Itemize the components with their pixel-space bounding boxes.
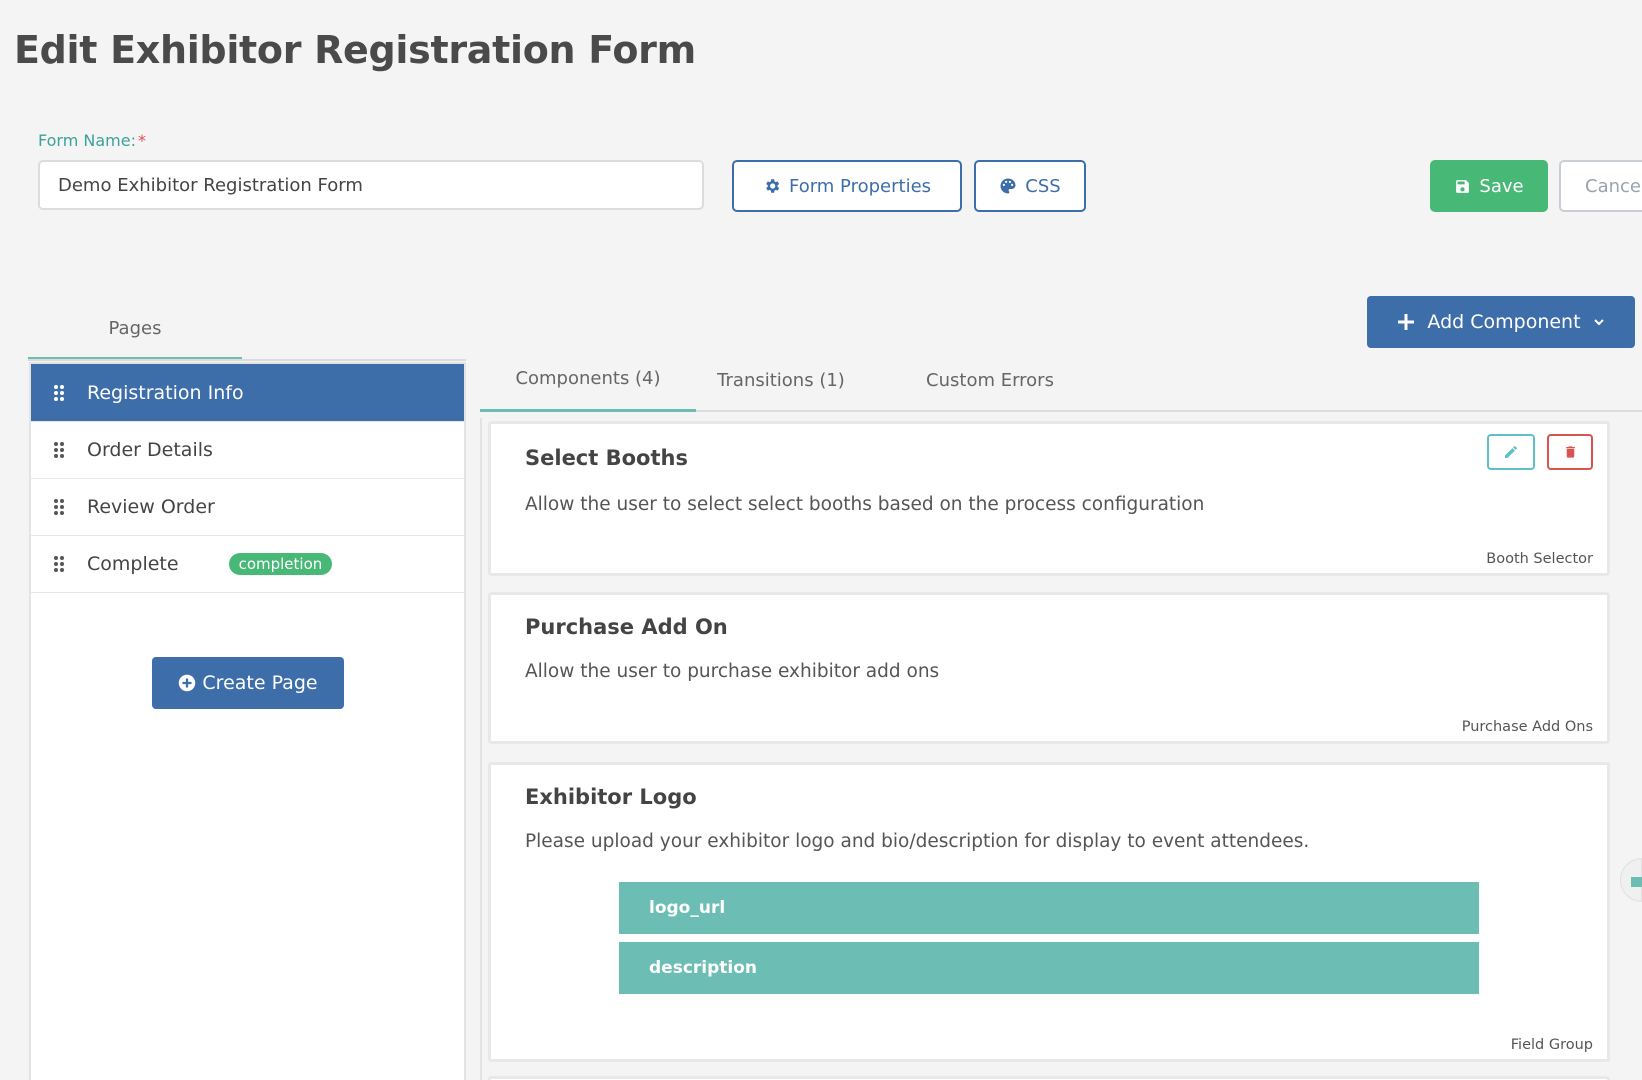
page-item-complete[interactable]: Complete completion	[31, 536, 464, 593]
page-item-label: Registration Info	[87, 381, 244, 404]
css-label: CSS	[1025, 175, 1061, 197]
form-properties-label: Form Properties	[788, 175, 932, 197]
cancel-button[interactable]: Cance	[1559, 160, 1642, 212]
page-item-label: Order Details	[87, 439, 213, 461]
create-page-label: Create Page	[202, 672, 318, 694]
drag-handle-icon[interactable]	[31, 384, 87, 402]
form-name-label-text: Form Name:	[38, 131, 136, 150]
component-description: Allow the user to purchase exhibitor add…	[525, 661, 940, 682]
delete-button[interactable]	[1547, 434, 1593, 470]
add-component-label: Add Component	[1427, 311, 1581, 333]
plus-icon	[1398, 314, 1415, 330]
component-title: Purchase Add On	[525, 615, 728, 639]
drag-handle-icon[interactable]	[31, 441, 87, 459]
floppy-disk-icon	[1456, 179, 1470, 193]
save-label: Save	[1479, 175, 1524, 197]
page-item-label: Complete	[87, 553, 179, 575]
add-component-button[interactable]: Add Component	[1367, 296, 1635, 348]
create-page-button[interactable]: Create Page	[152, 657, 344, 709]
edit-button[interactable]	[1487, 434, 1535, 470]
required-mark: *	[137, 131, 146, 150]
components-list: Select Booths Allow the user to select s…	[480, 418, 1610, 1080]
trash-icon	[1565, 446, 1575, 458]
form-name-input[interactable]	[38, 160, 704, 210]
component-title: Select Booths	[525, 446, 688, 470]
handle-marker-icon	[1631, 877, 1642, 887]
pencil-icon	[1505, 446, 1517, 458]
component-title: Exhibitor Logo	[525, 785, 697, 809]
palette-icon	[1000, 178, 1016, 194]
component-description: Allow the user to select select booths b…	[525, 494, 1205, 515]
side-panel-handle[interactable]	[1620, 858, 1642, 902]
pages-tab[interactable]: Pages	[28, 300, 242, 360]
component-card-exhibitor-logo[interactable]: Exhibitor Logo Please upload your exhibi…	[488, 762, 1610, 1062]
component-type: Purchase Add Ons	[1461, 719, 1593, 735]
plus-circle-icon	[179, 674, 196, 692]
tab-components[interactable]: Components (4)	[480, 348, 696, 412]
gear-icon	[766, 179, 780, 193]
field-item: description	[619, 942, 1479, 994]
tab-transitions[interactable]: Transitions (1)	[696, 348, 866, 412]
page-item-registration-info[interactable]: Registration Info	[31, 364, 464, 422]
component-tabs: Components (4) Transitions (1) Custom Er…	[480, 348, 1642, 412]
css-button[interactable]: CSS	[974, 160, 1086, 212]
pages-panel: Registration Info Order Details Review O…	[29, 362, 466, 1080]
drag-handle-icon[interactable]	[31, 498, 87, 516]
save-button[interactable]: Save	[1430, 160, 1548, 212]
tab-custom-errors[interactable]: Custom Errors	[890, 348, 1090, 412]
page-item-order-details[interactable]: Order Details	[31, 422, 464, 479]
component-type: Field Group	[1510, 1037, 1593, 1053]
form-properties-button[interactable]: Form Properties	[732, 160, 962, 212]
component-card-partial[interactable]	[488, 1076, 1610, 1080]
completion-badge: completion	[228, 553, 333, 575]
chevron-down-icon	[1593, 319, 1604, 326]
component-card-purchase-add-on[interactable]: Purchase Add On Allow the user to purcha…	[488, 592, 1610, 744]
page-item-label: Review Order	[87, 496, 215, 518]
page-title: Edit Exhibitor Registration Form	[14, 28, 696, 72]
component-type: Booth Selector	[1486, 551, 1593, 567]
form-name-label: Form Name: *	[38, 131, 146, 150]
drag-handle-icon[interactable]	[31, 555, 87, 573]
component-card-select-booths[interactable]: Select Booths Allow the user to select s…	[488, 421, 1610, 576]
field-item: logo_url	[619, 882, 1479, 934]
component-description: Please upload your exhibitor logo and bi…	[525, 831, 1310, 852]
pages-divider	[28, 359, 466, 361]
page-item-review-order[interactable]: Review Order	[31, 479, 464, 536]
